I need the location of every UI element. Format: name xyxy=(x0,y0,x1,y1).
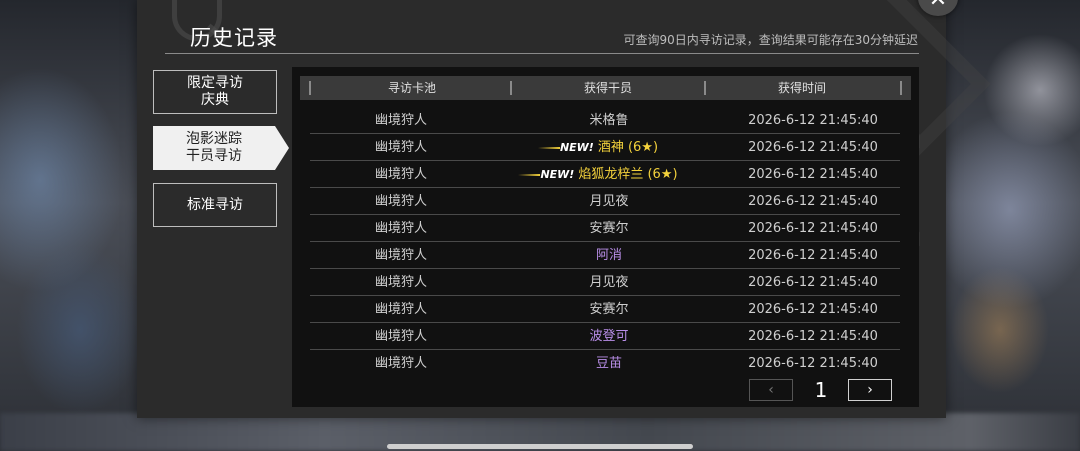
chevron-right-icon: › xyxy=(867,382,873,398)
current-page-number: 1 xyxy=(814,378,828,402)
cell-operator: 阿消 xyxy=(492,242,726,269)
home-indicator xyxy=(387,444,693,449)
operator-name: 安赛尔 xyxy=(589,302,629,317)
table-row: 幽境狩人 安赛尔 2026-6-12 21:45:40 xyxy=(310,296,900,323)
cell-pool: 幽境狩人 xyxy=(374,302,427,317)
cell-time: 2026-6-12 21:45:40 xyxy=(748,248,878,263)
nav-operator-search-selected[interactable]: 泡影迷踪 干员寻访 xyxy=(153,126,289,170)
cell-operator: 月见夜 xyxy=(492,269,726,296)
next-page-button[interactable]: › xyxy=(848,379,892,401)
cell-operator: 豆苗 xyxy=(492,350,726,377)
cell-operator: 波登可 xyxy=(492,323,726,350)
cell-time: 2026-6-12 21:45:40 xyxy=(748,113,878,128)
cell-pool: 幽境狩人 xyxy=(374,221,427,236)
cell-time: 2026-6-12 21:45:40 xyxy=(748,356,878,371)
new-badge: NEW! xyxy=(559,141,594,154)
dialog-subtitle: 可查询90日内寻访记录，查询结果可能存在30分钟延迟 xyxy=(623,33,918,47)
nav-label: 泡影迷踪 干员寻访 xyxy=(186,131,242,164)
cell-pool: 幽境狩人 xyxy=(374,248,427,263)
operator-name: 安赛尔 xyxy=(589,221,629,236)
table-row: 幽境狩人 NEW! 酒神 (6★) 2026-6-12 21:45:40 xyxy=(310,134,900,161)
title-divider xyxy=(165,53,919,54)
cell-operator: 米格鲁 xyxy=(492,107,726,134)
header-time: 获得时间 xyxy=(777,81,826,95)
operator-name: 波登可 xyxy=(589,329,629,344)
table-row: 幽境狩人 安赛尔 2026-6-12 21:45:40 xyxy=(310,215,900,242)
header-separator xyxy=(900,81,902,95)
operator-name: 月见夜 xyxy=(589,194,629,209)
cell-time: 2026-6-12 21:45:40 xyxy=(748,194,878,209)
table-row: 幽境狩人 米格鲁 2026-6-12 21:45:40 xyxy=(310,107,900,134)
operator-name: 豆苗 xyxy=(595,356,622,371)
cell-operator: 安赛尔 xyxy=(492,215,726,242)
chevron-left-icon: ‹ xyxy=(768,382,774,398)
cell-pool: 幽境狩人 xyxy=(374,167,427,182)
cell-pool: 幽境狩人 xyxy=(374,194,427,209)
operator-name: 米格鲁 xyxy=(589,113,629,128)
operator-name: 阿消 xyxy=(595,248,622,263)
table-row: 幽境狩人 月见夜 2026-6-12 21:45:40 xyxy=(310,188,900,215)
cell-time: 2026-6-12 21:45:40 xyxy=(748,221,878,236)
cell-time: 2026-6-12 21:45:40 xyxy=(748,275,878,290)
cell-pool: 幽境狩人 xyxy=(374,275,427,290)
nav-standard-search[interactable]: 标准寻访 xyxy=(153,183,277,227)
prev-page-button[interactable]: ‹ xyxy=(749,379,793,401)
table-row: 幽境狩人 月见夜 2026-6-12 21:45:40 xyxy=(310,269,900,296)
cell-pool: 幽境狩人 xyxy=(374,356,427,371)
nav-label: 限定寻访 庆典 xyxy=(187,75,243,108)
table-row: 幽境狩人 波登可 2026-6-12 21:45:40 xyxy=(310,323,900,350)
dialog-title: 历史记录 xyxy=(190,26,278,50)
operator-name: 酒神 (6★) xyxy=(597,140,659,155)
table-row: 幽境狩人 阿消 2026-6-12 21:45:40 xyxy=(310,242,900,269)
cell-pool: 幽境狩人 xyxy=(374,329,427,344)
cell-operator: 月见夜 xyxy=(492,188,726,215)
cell-pool: 幽境狩人 xyxy=(374,113,427,128)
table-row: 幽境狩人 豆苗 2026-6-12 21:45:40 xyxy=(310,350,900,377)
cell-time: 2026-6-12 21:45:40 xyxy=(748,302,878,317)
new-badge: NEW! xyxy=(540,168,575,181)
close-icon: ✕ xyxy=(929,0,947,12)
cell-time: 2026-6-12 21:45:40 xyxy=(748,329,878,344)
cell-time: 2026-6-12 21:45:40 xyxy=(748,167,878,182)
header-operator: 获得干员 xyxy=(583,81,632,95)
operator-name: 焰狐龙梓兰 (6★) xyxy=(578,167,678,182)
cell-operator: 安赛尔 xyxy=(492,296,726,323)
table-header: 寻访卡池 获得干员 获得时间 xyxy=(300,76,911,100)
cell-operator: NEW! 焰狐龙梓兰 (6★) xyxy=(492,161,726,188)
cell-time: 2026-6-12 21:45:40 xyxy=(748,140,878,155)
cell-pool: 幽境狩人 xyxy=(374,140,427,155)
table-row: 幽境狩人 NEW! 焰狐龙梓兰 (6★) 2026-6-12 21:45:40 xyxy=(310,161,900,188)
cell-operator: NEW! 酒神 (6★) xyxy=(492,134,726,161)
header-separator xyxy=(309,81,311,95)
operator-name: 月见夜 xyxy=(589,275,629,290)
nav-limited-celebration[interactable]: 限定寻访 庆典 xyxy=(153,70,277,114)
table-body: 幽境狩人 米格鲁 2026-6-12 21:45:40 幽境狩人 NEW! 酒神 (6★)… xyxy=(310,107,900,377)
nav-label: 标准寻访 xyxy=(187,196,243,213)
header-pool: 寻访卡池 xyxy=(387,81,436,95)
